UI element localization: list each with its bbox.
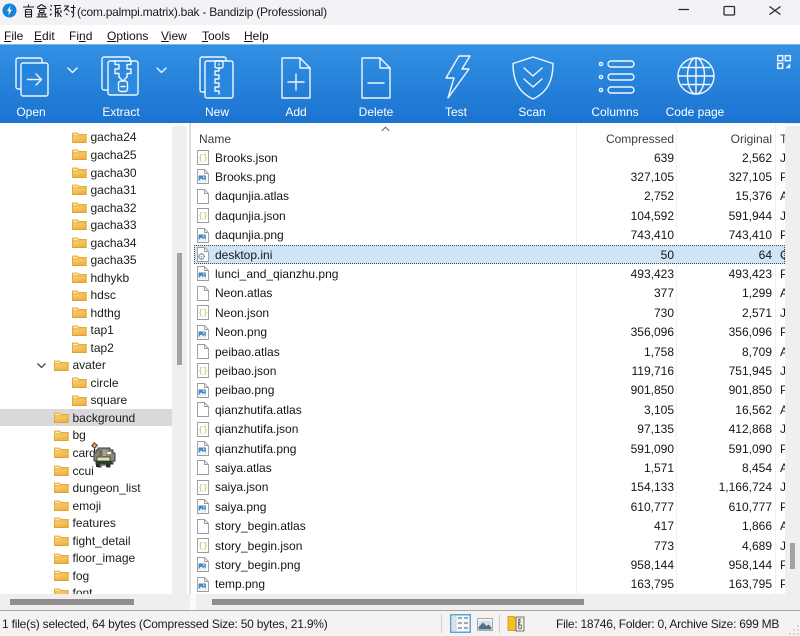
svg-text:{}: {} bbox=[198, 154, 208, 163]
svg-text:{}: {} bbox=[198, 367, 208, 376]
svg-text:{}: {} bbox=[198, 212, 208, 221]
svg-text:{}: {} bbox=[198, 542, 208, 551]
svg-text:{}: {} bbox=[198, 484, 208, 493]
svg-text:{}: {} bbox=[198, 426, 208, 435]
svg-text:{}: {} bbox=[198, 309, 208, 318]
